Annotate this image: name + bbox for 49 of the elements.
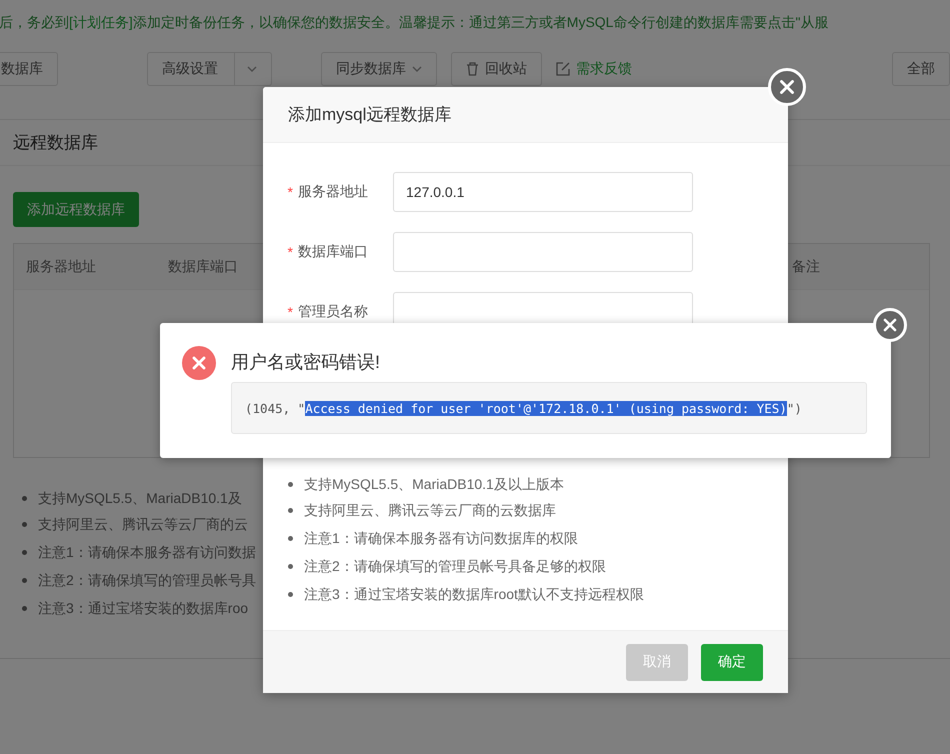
error-icon	[182, 346, 216, 380]
note-item: 注意2：请确保填写的管理员帐号具	[38, 571, 256, 590]
required-mark: *	[288, 304, 293, 320]
column-header: 备注	[791, 258, 821, 276]
sync-dropdown[interactable]: 同步数据库	[321, 52, 437, 86]
column-header: 服务器地址	[25, 258, 97, 276]
confirm-button[interactable]: 确定	[701, 644, 763, 680]
error-title: 用户名或密码错误!	[231, 351, 382, 374]
dialog-title: 添加mysql远程数据库	[288, 104, 452, 126]
bullet-icon	[22, 550, 27, 554]
note-item: 注意3：通过宝塔安装的数据库roo	[38, 599, 248, 618]
note-item: 注意2：请确保填写的管理员帐号具备足够的权限	[304, 557, 606, 576]
bullet-icon	[288, 536, 293, 540]
note-item: 支持阿里云、腾讯云等云厂商的云数据库	[304, 501, 556, 520]
field-label: 服务器地址	[298, 183, 368, 201]
text-field[interactable]: 127.0.0.1	[393, 172, 693, 212]
add-remote-database-button[interactable]: 添加远程数据库	[13, 192, 139, 227]
bullet-icon	[22, 578, 27, 582]
bullet-icon	[22, 606, 27, 610]
recycle-bin-button[interactable]: 回收站	[451, 52, 542, 86]
edit-icon	[556, 62, 570, 76]
note-item: 注意1：请确保本服务器有访问数据库的权限	[304, 529, 578, 548]
bullet-icon	[22, 496, 27, 500]
field-label: 数据库端口	[298, 243, 368, 261]
bullet-icon	[288, 508, 293, 512]
caret-icon	[412, 66, 422, 72]
toolbar-button[interactable]: 全部	[892, 52, 950, 86]
required-mark: *	[288, 184, 293, 200]
field-label: 管理员名称	[298, 303, 368, 321]
bullet-icon	[288, 564, 293, 568]
error-detail: (1045, "Access denied for user 'root'@'172.18.0.1' (using password: YES)")	[231, 382, 867, 434]
panel-title: 远程数据库	[13, 132, 98, 154]
trash-icon	[466, 62, 479, 76]
caret-icon	[247, 66, 257, 72]
note-item: 支持MySQL5.5、MariaDB10.1及	[38, 489, 242, 508]
bullet-icon	[22, 522, 27, 526]
text-field[interactable]	[393, 232, 693, 272]
note-item: 支持MySQL5.5、MariaDB10.1及以上版本	[304, 475, 564, 494]
note-item: 注意3：通过宝塔安装的数据库root默认不支持远程权限	[304, 585, 644, 604]
feedback-link[interactable]: 需求反馈	[556, 60, 632, 78]
note-item: 支持阿里云、腾讯云等云厂商的云	[38, 515, 248, 534]
bullet-icon	[288, 592, 293, 596]
settings-dropdown[interactable]: 高级设置	[147, 52, 272, 86]
required-mark: *	[288, 244, 293, 260]
note-item: 注意1：请确保本服务器有访问数据	[38, 543, 256, 562]
bullet-icon	[288, 482, 293, 486]
close-button[interactable]	[768, 68, 806, 106]
toolbar-button[interactable]: 数据库	[0, 52, 58, 86]
column-header: 数据库端口	[167, 258, 239, 276]
